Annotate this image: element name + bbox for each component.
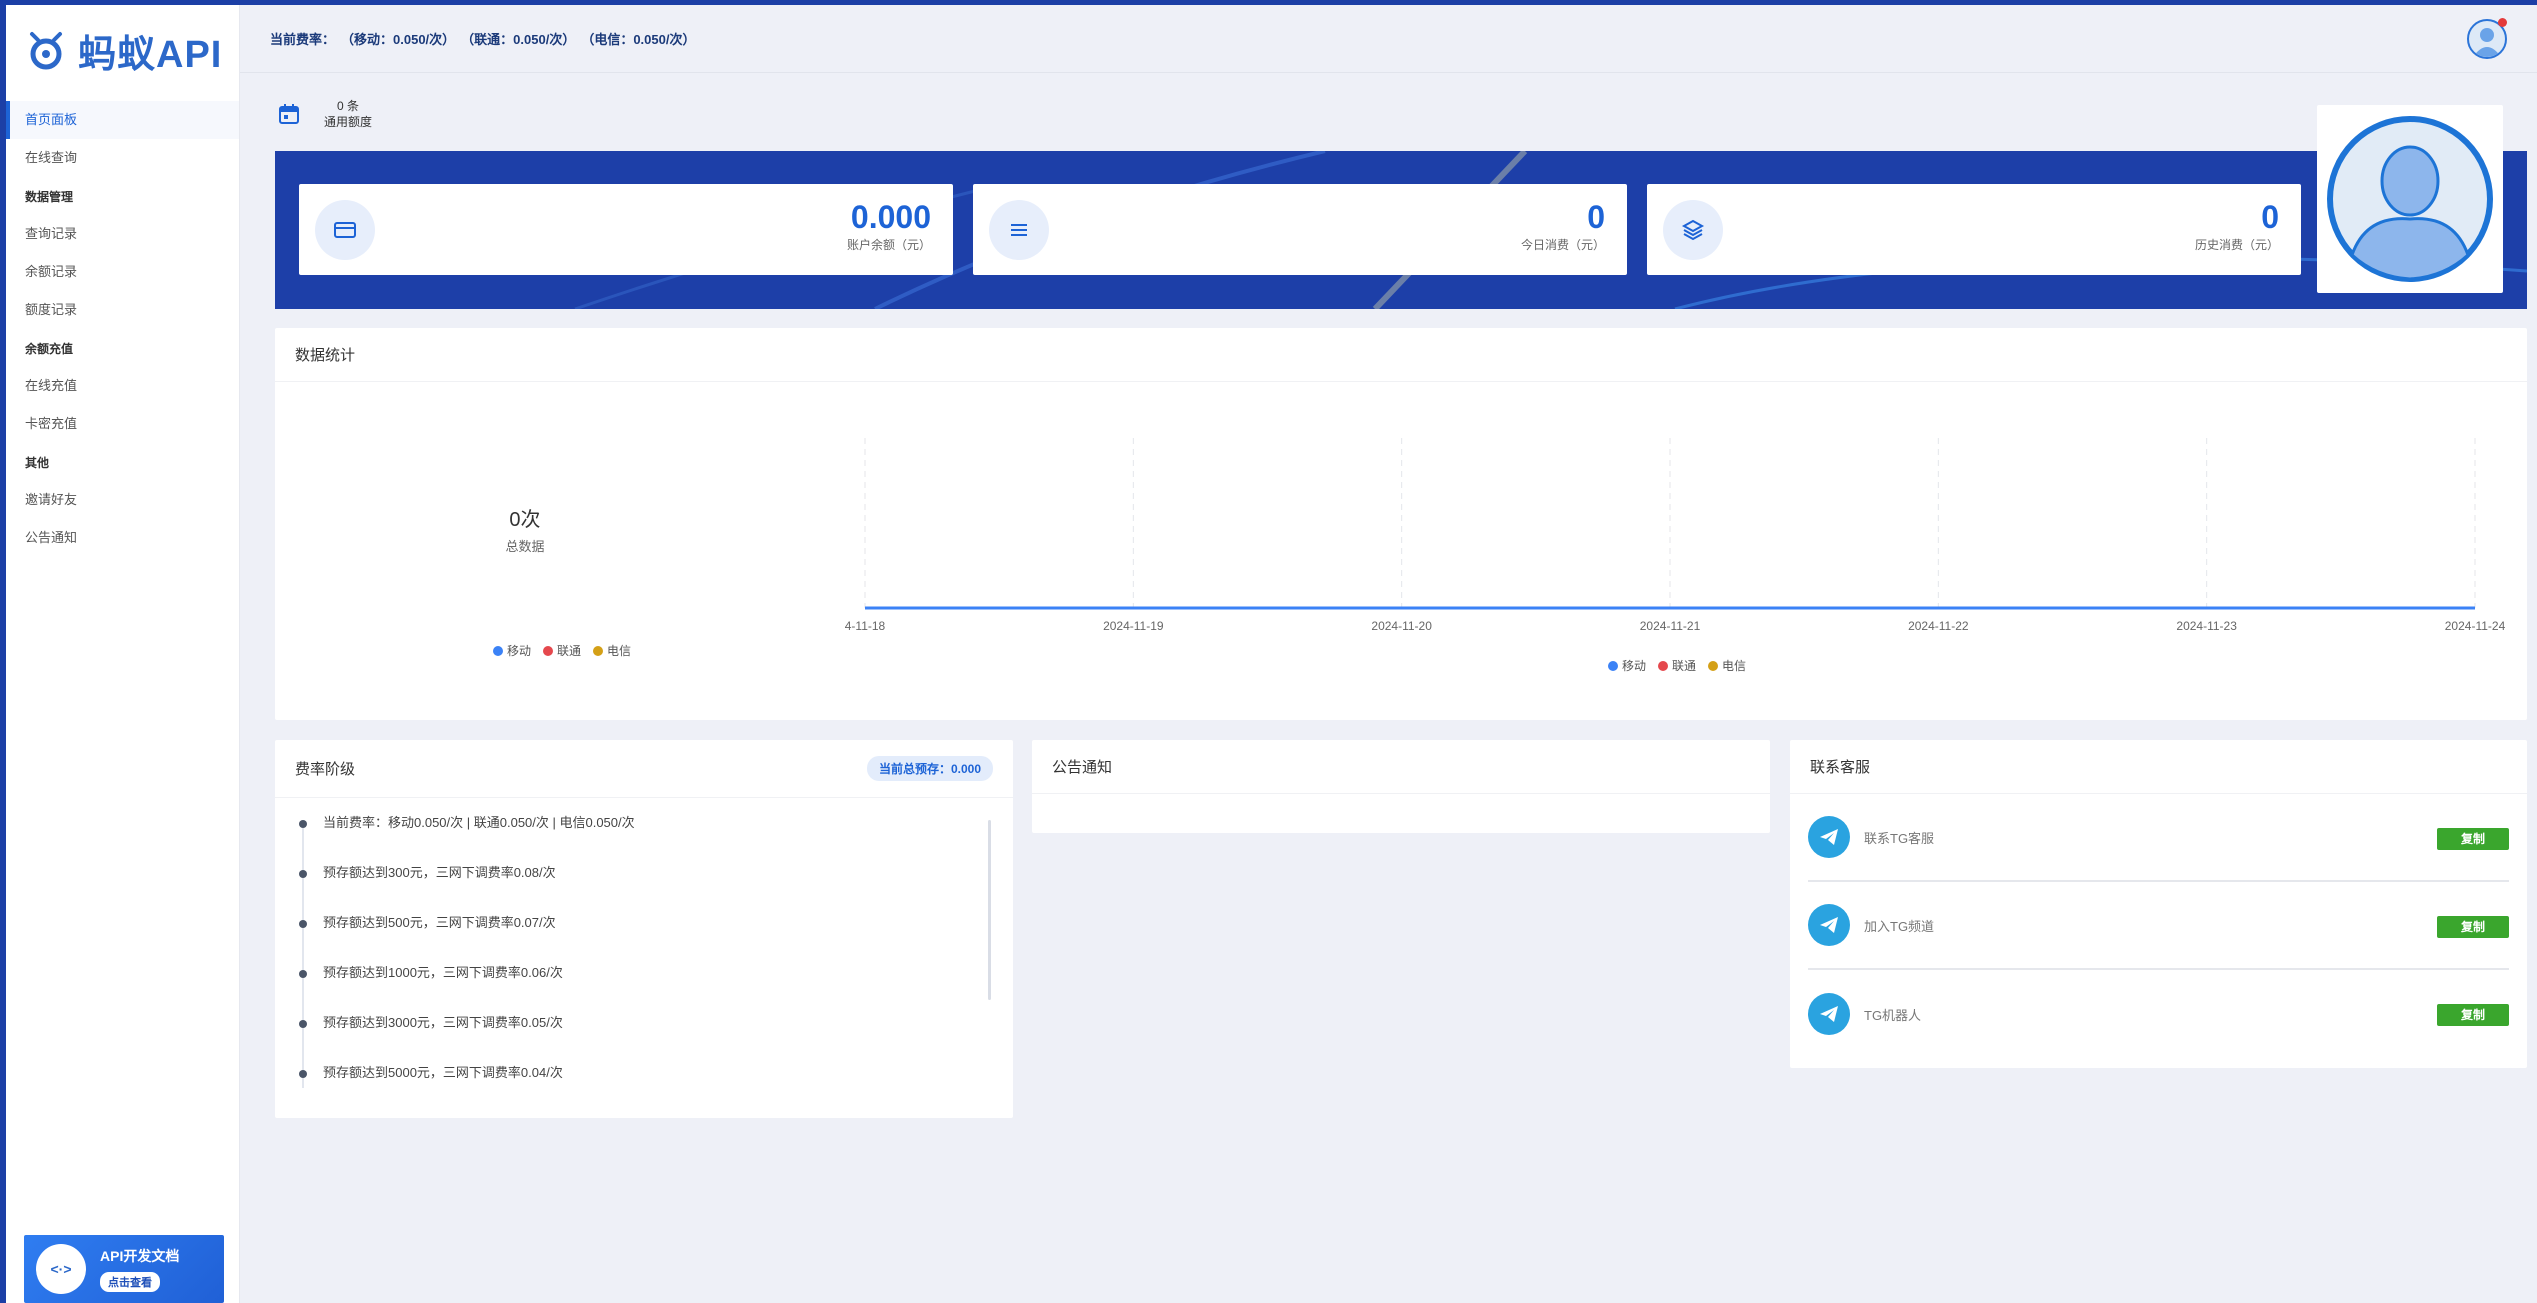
rate-tier-item: 预存额达到3000元，三网下调费率0.05/次 [299,1010,1013,1060]
quota-count: 0 条 [337,99,360,113]
rate-mobile: （移动：0.050/次） [341,32,456,47]
profile-avatar-icon [2327,116,2493,282]
sidebar-group-label: 数据管理 [25,190,74,204]
rate-unicom: （联通：0.050/次） [461,32,576,47]
sidebar-item[interactable]: 邀请好友 [6,481,239,519]
rate-tier-item: 预存额达到5000元，三网下调费率0.04/次 [299,1060,1013,1110]
line-legend-unicom-dot [1658,660,1669,671]
stat-balance: 0.000 账户余额（元） [299,184,953,275]
top-header: 当前费率： （移动：0.050/次） （联通：0.050/次） （电信：0.05… [240,5,2537,73]
line-legend-mobile[interactable]: 移动 [1608,657,1646,674]
notification-dot [2498,18,2507,27]
stat-today-value: 0 [1587,199,1605,235]
stat-history-label: 历史消费（元） [2194,238,2279,252]
quota-info: 0 条 通用额度 [278,97,372,130]
sidebar-item[interactable]: 查询记录 [6,215,239,253]
rate-tier-item: 预存额达到500元，三网下调费率0.07/次 [299,910,1013,960]
rate-tier-item: 当前费率：移动0.050/次 | 联通0.050/次 | 电信0.050/次 [299,810,1013,860]
stat-today-label: 今日消费（元） [1520,238,1605,252]
card-icon [315,199,375,260]
calendar-icon [279,103,299,124]
profile-avatar-card [2317,105,2503,293]
contact-label: 加入TG频道 [1864,918,1935,934]
sidebar-item[interactable]: 在线查询 [6,139,239,177]
rate-label: 当前费率： [270,32,336,47]
line-chart: 4-11-18 2024-11-19 2024-11-20 2024-11-21 202… [845,438,2506,633]
contact-title: 联系客服 [1790,740,2527,794]
sidebar-item[interactable]: 额度记录 [6,291,239,329]
x-tick-label: 2024-11-24 [2445,619,2506,633]
timeline-scrollbar[interactable] [988,820,991,1000]
notice-title: 公告通知 [1032,740,1770,794]
rate-telecom: （电信：0.050/次） [581,32,696,47]
sidebar-item[interactable]: 卡密充值 [6,405,239,443]
contact-label: 联系TG客服 [1864,830,1935,846]
copy-button[interactable]: 复制 [2437,1004,2509,1026]
line-legend-telecom[interactable]: 电信 [1708,657,1746,674]
stats-banner: 0.000 账户余额（元） 0 今日消费（元） 0 历史消费（元） [275,151,2527,309]
rate-timeline: 当前费率：移动0.050/次 | 联通0.050/次 | 电信0.050/次 预存… [275,798,1013,1110]
api-docs-button[interactable]: 点击查看 [100,1272,160,1292]
telegram-icon [1808,904,1850,946]
api-docs-title: API开发文档 [100,1248,180,1264]
rate-tiers-panel: 费率阶级 当前总预存：0.000 当前费率：移动0.050/次 | 联通0.05… [275,740,1013,1118]
line-chart-legend: 移动 联通 电信 [1608,657,1746,674]
quota-label: 通用额度 [324,115,373,129]
rate-tier-item: 预存额达到300元，三网下调费率0.08/次 [299,860,1013,910]
x-tick-label: 2024-11-22 [1908,619,1969,633]
sidebar-item[interactable]: 在线充值 [6,367,239,405]
ant-logo-icon [30,32,62,70]
contact-row: 加入TG频道 复制 [1808,882,2509,970]
line-legend-telecom-dot [1708,660,1719,671]
stat-history: 0 历史消费（元） [1647,184,2301,275]
list-icon [989,199,1049,260]
contact-list: 联系TG客服 复制 加入TG频道 复制 TG机器人 复制 [1790,794,2527,1058]
stat-balance-label: 账户余额（元） [846,238,931,252]
layers-icon [1663,199,1723,260]
telegram-icon [1808,816,1850,858]
line-legend-unicom[interactable]: 联通 [1658,657,1696,674]
x-tick-label: 2024-11-19 [1103,619,1164,633]
logo-text: 蚂蚁API [78,33,223,76]
stat-history-value: 0 [2261,199,2279,235]
contact-label: TG机器人 [1864,1007,1922,1023]
line-legend-mobile-dot [1608,660,1618,671]
copy-button[interactable]: 复制 [2437,916,2509,938]
x-tick-label: 2024-11-20 [1371,619,1432,633]
x-tick-label: 2024-11-23 [2176,619,2237,633]
sidebar-group-label: 余额充值 [25,342,74,356]
code-icon: <·> [36,1244,86,1294]
sidebar-item[interactable]: 首页面板 [6,101,239,139]
sidebar-group-label: 其他 [25,456,50,470]
rate-tiers-title: 费率阶级 [295,761,356,778]
data-stats-panel: 数据统计 0次 总数据 移动 联通 电信 4-11-18 2024-11-19 20… [275,328,2527,720]
notice-panel: 公告通知 [1032,740,1770,833]
sidebar-item[interactable]: 公告通知 [6,519,239,557]
contact-panel: 联系客服 联系TG客服 复制 加入TG频道 复制 TG机器人 复制 [1790,740,2527,1068]
x-tick-label: 4-11-18 [845,619,886,633]
telegram-icon [1808,993,1850,1035]
total-deposit-badge: 当前总预存：0.000 [866,756,993,781]
stat-today: 0 今日消费（元） [973,184,1627,275]
contact-row: 联系TG客服 复制 [1808,794,2509,882]
sidebar-item[interactable]: 余额记录 [6,253,239,291]
stat-balance-value: 0.000 [850,199,931,235]
rate-tier-item: 预存额达到1000元，三网下调费率0.06/次 [299,960,1013,1010]
api-docs-card[interactable]: <·> API开发文档 点击查看 [24,1235,224,1303]
logo[interactable]: 蚂蚁API [6,5,239,95]
x-tick-label: 2024-11-21 [1640,619,1701,633]
sidebar: 蚂蚁API 首页面板 在线查询数据管理查询记录 余额记录 额度记录余额充值在线充值 卡密… [6,5,240,1303]
contact-row: TG机器人 复制 [1808,970,2509,1058]
copy-button[interactable]: 复制 [2437,828,2509,850]
sidebar-nav: 首页面板 在线查询数据管理查询记录 余额记录 额度记录余额充值在线充值 卡密充值其他邀请… [6,101,239,557]
